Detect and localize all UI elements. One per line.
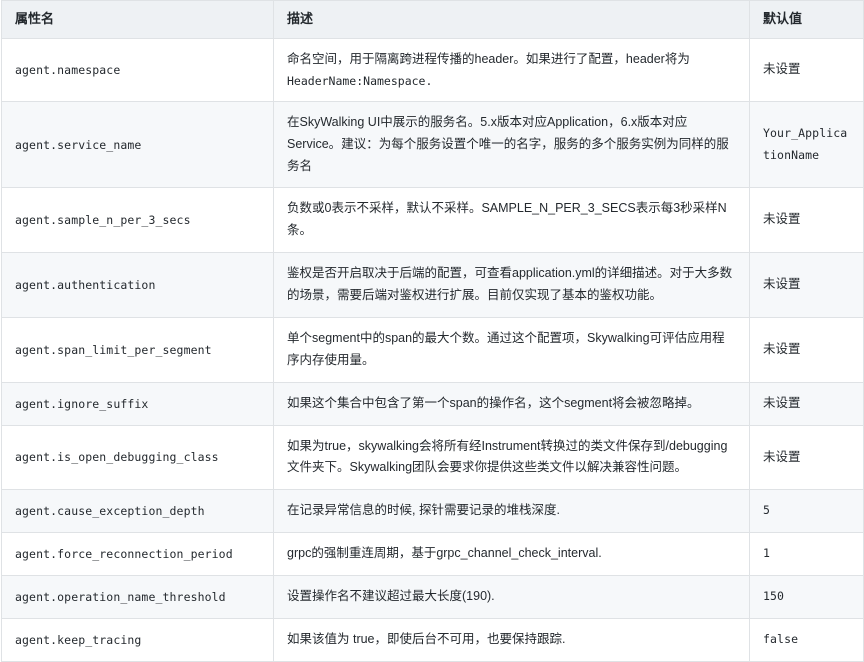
cell-default-value: 未设置: [750, 38, 864, 101]
table-row: agent.force_reconnection_period grpc的强制重连…: [2, 533, 864, 576]
cell-default-value: 未设置: [750, 253, 864, 318]
cell-attribute-name: agent.force_reconnection_period: [2, 533, 274, 576]
table-row: agent.keep_tracing 如果该值为 true，即使后台不可用，也要保…: [2, 618, 864, 661]
table-row: agent.is_open_debugging_class 如果为true，sky…: [2, 425, 864, 490]
table-row: agent.sample_n_per_3_secs 负数或0表示不采样，默认不采样…: [2, 188, 864, 253]
description-line: HeaderName:Namespace.: [287, 71, 737, 91]
cell-attribute-name: agent.authentication: [2, 253, 274, 318]
cell-attribute-name: agent.is_open_debugging_class: [2, 425, 274, 490]
cell-default-value: 5: [750, 490, 864, 533]
config-table-container: 属性名 描述 默认值 agent.namespace命名空间，用于隔离跨进程传播…: [0, 0, 864, 662]
description-line: 建议：为每个服务设置个唯一的名字，服务的多个服务实例为同样的服务名: [287, 137, 729, 173]
cell-description: 命名空间，用于隔离跨进程传播的header。如果进行了配置，header将为 He…: [274, 38, 750, 101]
cell-description: 设置操作名不建议超过最大长度(190).: [274, 576, 750, 619]
description-line: 如果该值为 true，即使后台不可用，也要保持跟踪.: [287, 632, 566, 646]
description-line: 命名空间，用于隔离跨进程传播的header。如果进行了配置，header将为: [287, 52, 690, 66]
description-line: 单个segment中的span的最大个数。通过这个配置项，Skywalking可…: [287, 331, 725, 367]
description-line: grpc的强制重连周期，基于grpc_channel_check_interva…: [287, 546, 602, 560]
cell-attribute-name: agent.operation_name_threshold: [2, 576, 274, 619]
cell-default-value: 1: [750, 533, 864, 576]
table-row: agent.cause_exception_depth 在记录异常信息的时候, 探…: [2, 490, 864, 533]
cell-description: 单个segment中的span的最大个数。通过这个配置项，Skywalking可…: [274, 317, 750, 382]
cell-attribute-name: agent.sample_n_per_3_secs: [2, 188, 274, 253]
table-body: agent.namespace命名空间，用于隔离跨进程传播的header。如果进…: [2, 38, 864, 661]
cell-default-value: 未设置: [750, 317, 864, 382]
cell-description: 鉴权是否开启取决于后端的配置，可查看application.yml的详细描述。对…: [274, 253, 750, 318]
cell-default-value: false: [750, 618, 864, 661]
cell-description: 在记录异常信息的时候, 探针需要记录的堆栈深度.: [274, 490, 750, 533]
table-header-row: 属性名 描述 默认值: [2, 1, 864, 39]
description-line: 负数或0表示不采样，默认不采样。SAMPLE_N_PER_3_SECS表示每3秒…: [287, 201, 727, 237]
table-row: agent.namespace命名空间，用于隔离跨进程传播的header。如果进…: [2, 38, 864, 101]
cell-description: 负数或0表示不采样，默认不采样。SAMPLE_N_PER_3_SECS表示每3秒…: [274, 188, 750, 253]
description-line: 如果这个集合中包含了第一个span的操作名，这个segment将会被忽略掉。: [287, 396, 700, 410]
cell-description: 如果这个集合中包含了第一个span的操作名，这个segment将会被忽略掉。: [274, 382, 750, 425]
table-row: agent.authentication 鉴权是否开启取决于后端的配置，可查看ap…: [2, 253, 864, 318]
table-row: agent.ignore_suffix 如果这个集合中包含了第一个span的操作名…: [2, 382, 864, 425]
column-header-description: 描述: [274, 1, 750, 39]
cell-default-value: Your_ApplicationName: [750, 101, 864, 188]
cell-default-value: 未设置: [750, 188, 864, 253]
cell-attribute-name: agent.cause_exception_depth: [2, 490, 274, 533]
table-header: 属性名 描述 默认值: [2, 1, 864, 39]
description-line: 设置操作名不建议超过最大长度(190).: [287, 589, 495, 603]
cell-attribute-name: agent.service_name: [2, 101, 274, 188]
cell-description: 如果该值为 true，即使后台不可用，也要保持跟踪.: [274, 618, 750, 661]
cell-description: grpc的强制重连周期，基于grpc_channel_check_interva…: [274, 533, 750, 576]
column-header-default: 默认值: [750, 1, 864, 39]
cell-attribute-name: agent.keep_tracing: [2, 618, 274, 661]
table-row: agent.span_limit_per_segment 单个segment中的s…: [2, 317, 864, 382]
description-line: 如果为true，skywalking会将所有经Instrument转换过的类文件…: [287, 439, 727, 475]
cell-default-value: 150: [750, 576, 864, 619]
table-row: agent.service_name在SkyWalking UI中展示的服务名。…: [2, 101, 864, 188]
cell-attribute-name: agent.ignore_suffix: [2, 382, 274, 425]
description-line: 鉴权是否开启取决于后端的配置，可查看application.yml的详细描述。对…: [287, 266, 732, 302]
column-header-attribute: 属性名: [2, 1, 274, 39]
cell-attribute-name: agent.namespace: [2, 38, 274, 101]
cell-default-value: 未设置: [750, 425, 864, 490]
table-row: agent.operation_name_threshold 设置操作名不建议超过…: [2, 576, 864, 619]
cell-attribute-name: agent.span_limit_per_segment: [2, 317, 274, 382]
description-line: 在记录异常信息的时候, 探针需要记录的堆栈深度.: [287, 503, 560, 517]
cell-default-value: 未设置: [750, 382, 864, 425]
cell-description: 在SkyWalking UI中展示的服务名。5.x版本对应Application…: [274, 101, 750, 188]
cell-description: 如果为true，skywalking会将所有经Instrument转换过的类文件…: [274, 425, 750, 490]
skywalking-agent-config-table: 属性名 描述 默认值 agent.namespace命名空间，用于隔离跨进程传播…: [1, 0, 864, 662]
